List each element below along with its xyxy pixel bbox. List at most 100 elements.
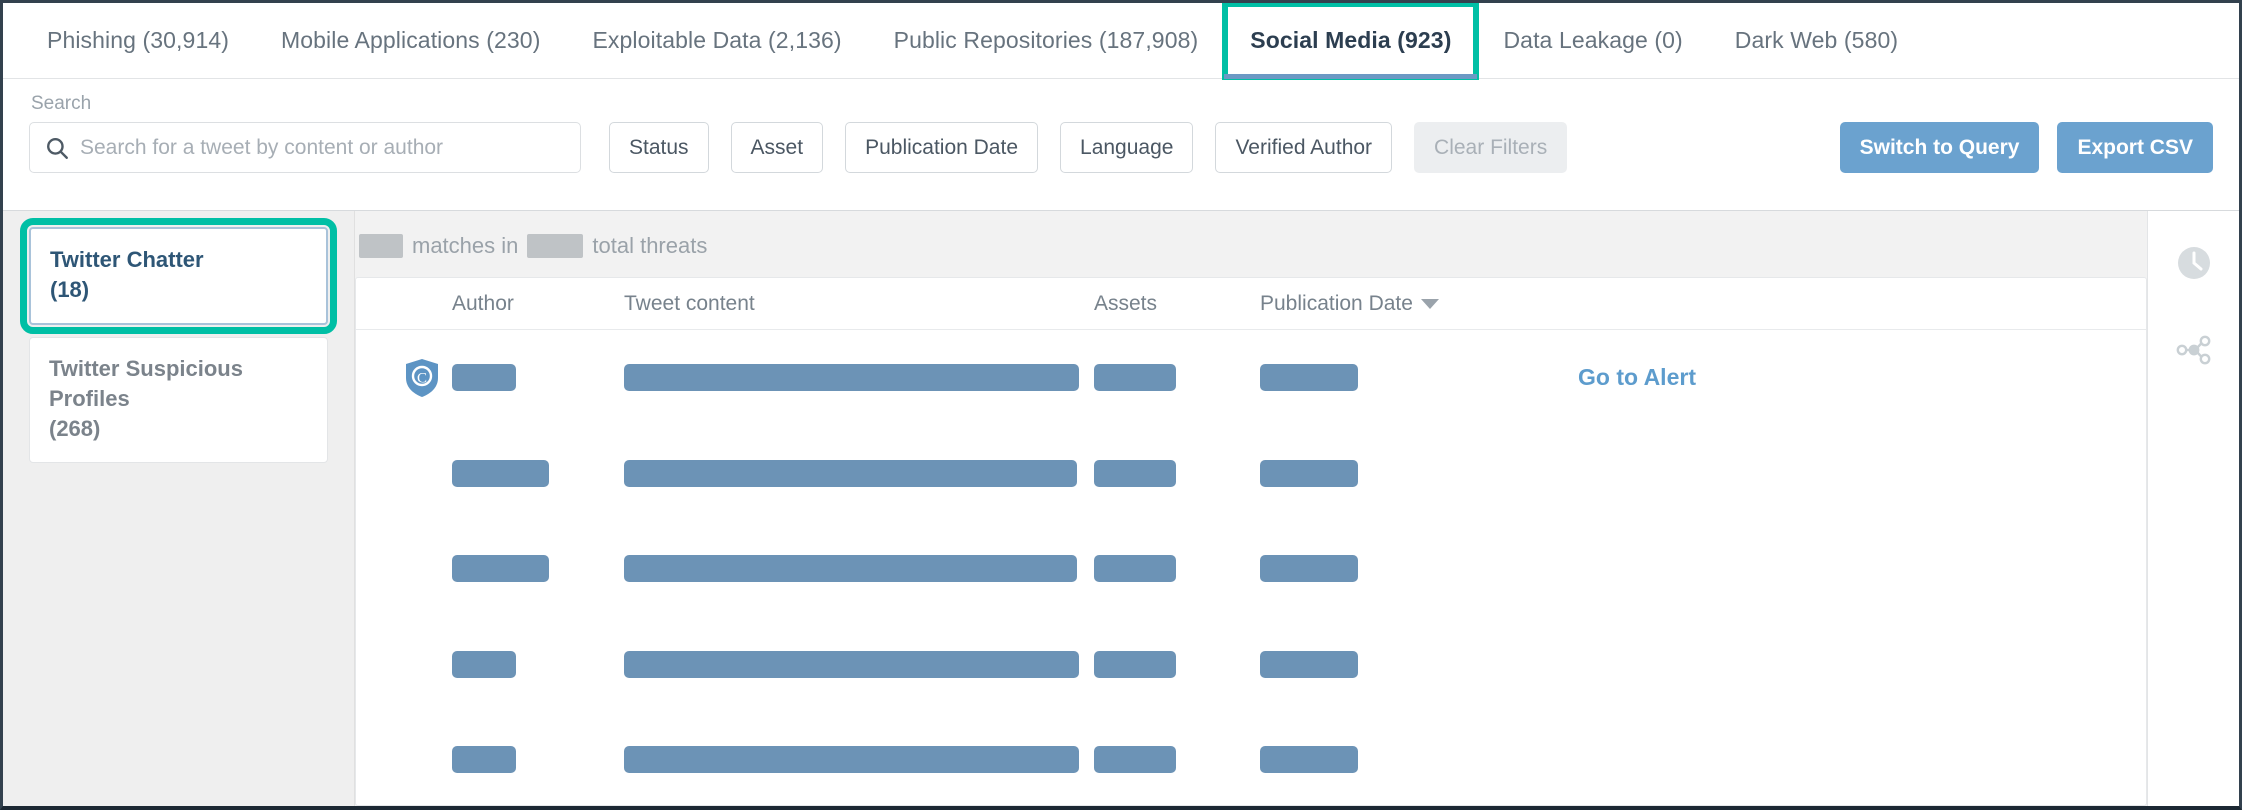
right-utility-rail <box>2147 211 2239 806</box>
table-row[interactable] <box>356 712 2146 806</box>
assets-skeleton-bar <box>1094 460 1176 487</box>
tab-phishing-30-914[interactable]: Phishing (30,914) <box>21 3 255 78</box>
search-label: Search <box>29 93 2213 115</box>
cell-tweet-placeholder <box>624 651 1094 678</box>
tab-data-leakage-0[interactable]: Data Leakage (0) <box>1477 3 1708 78</box>
date-skeleton-bar <box>1260 746 1358 773</box>
table-row[interactable] <box>356 617 2146 713</box>
tab-dark-web-580[interactable]: Dark Web (580) <box>1709 3 1924 78</box>
cell-author-placeholder <box>452 364 624 391</box>
filter-publication-date[interactable]: Publication Date <box>845 122 1038 173</box>
action-button-group: Switch to Query Export CSV <box>1822 122 2213 173</box>
tweet-skeleton-bar <box>624 651 1079 678</box>
sort-descending-icon <box>1421 299 1439 309</box>
column-header-tweet-content[interactable]: Tweet content <box>624 292 1094 316</box>
export-csv-button[interactable]: Export CSV <box>2057 122 2213 173</box>
results-summary: matches in total threats <box>355 211 2147 277</box>
table-body: C Go to Alert <box>356 330 2146 806</box>
go-to-alert-link[interactable]: Go to Alert <box>1578 364 1696 391</box>
assets-skeleton-bar <box>1094 651 1176 678</box>
assets-skeleton-bar <box>1094 555 1176 582</box>
total-count-placeholder <box>527 234 583 258</box>
cell-author-placeholder <box>452 651 624 678</box>
sidebar-item-count: (268) <box>49 414 308 444</box>
tweet-skeleton-bar <box>624 364 1079 391</box>
filter-chip-group: Status Asset Publication Date Language Verif… <box>581 122 1567 173</box>
cell-author-placeholder <box>452 746 624 773</box>
date-skeleton-bar <box>1260 364 1358 391</box>
author-skeleton-bar <box>452 460 549 487</box>
cell-assets-placeholder <box>1094 651 1260 678</box>
author-skeleton-bar <box>452 651 516 678</box>
total-threats-label: total threats <box>592 233 707 259</box>
tab-mobile-applications-230[interactable]: Mobile Applications (230) <box>255 3 566 78</box>
history-clock-icon[interactable] <box>2174 243 2214 283</box>
author-skeleton-bar <box>452 555 549 582</box>
column-header-author[interactable]: Author <box>452 292 624 316</box>
tab-public-repositories-187-908[interactable]: Public Repositories (187,908) <box>868 3 1225 78</box>
column-header-assets[interactable]: Assets <box>1094 292 1260 316</box>
filter-clear-filters: Clear Filters <box>1414 122 1567 173</box>
matches-count-placeholder <box>359 234 403 258</box>
date-skeleton-bar <box>1260 460 1358 487</box>
table-header-row: Author Tweet content Assets Publication … <box>356 278 2146 330</box>
sidebar-item-label: Twitter Chatter <box>50 247 204 272</box>
search-input[interactable] <box>80 136 566 160</box>
cell-tweet-placeholder <box>624 364 1094 391</box>
sidebar-item-label: Twitter Suspicious Profiles <box>49 356 243 411</box>
page-body: Twitter Chatter (18) Twitter Suspicious Pr… <box>3 211 2239 806</box>
filter-asset[interactable]: Asset <box>731 122 824 173</box>
search-filter-bar: Search Status Asset Publication Date Langua… <box>3 79 2239 211</box>
tab-exploitable-data-2-136[interactable]: Exploitable Data (2,136) <box>566 3 867 78</box>
cell-date-placeholder <box>1260 746 1510 773</box>
assets-skeleton-bar <box>1094 746 1176 773</box>
cell-date-placeholder <box>1260 651 1510 678</box>
cell-tweet-placeholder <box>624 460 1094 487</box>
assets-skeleton-bar <box>1094 364 1176 391</box>
cell-date-placeholder <box>1260 364 1510 391</box>
cell-assets-placeholder <box>1094 460 1260 487</box>
author-skeleton-bar <box>452 746 516 773</box>
author-skeleton-bar <box>452 364 516 391</box>
cell-assets-placeholder <box>1094 364 1260 391</box>
filter-status[interactable]: Status <box>609 122 709 173</box>
filter-language[interactable]: Language <box>1060 122 1193 173</box>
share-network-icon[interactable] <box>2174 329 2214 369</box>
tab-social-media-923[interactable]: Social Media (923) <box>1224 3 1477 78</box>
application-window: Phishing (30,914)Mobile Applications (23… <box>0 0 2242 810</box>
filter-verified-author[interactable]: Verified Author <box>1215 122 1392 173</box>
svg-text:C: C <box>417 370 427 386</box>
main-content: matches in total threats Author Tweet co… <box>355 211 2147 806</box>
tweet-skeleton-bar <box>624 555 1077 582</box>
sidebar-item-twitter-chatter[interactable]: Twitter Chatter (18) <box>29 227 328 325</box>
date-skeleton-bar <box>1260 651 1358 678</box>
matches-in-label: matches in <box>412 233 518 259</box>
search-icon <box>44 135 70 161</box>
date-skeleton-bar <box>1260 555 1358 582</box>
threat-category-tabs: Phishing (30,914)Mobile Applications (23… <box>3 3 2239 79</box>
search-box[interactable] <box>29 122 581 173</box>
table-row[interactable] <box>356 426 2146 522</box>
column-header-publication-date-label: Publication Date <box>1260 292 1413 316</box>
switch-to-query-button[interactable]: Switch to Query <box>1840 122 2040 173</box>
cell-author-placeholder <box>452 555 624 582</box>
results-table: Author Tweet content Assets Publication … <box>355 277 2147 806</box>
sidebar-item-count: (18) <box>50 275 307 305</box>
table-row[interactable] <box>356 521 2146 617</box>
sidebar-item-twitter-suspicious-profiles[interactable]: Twitter Suspicious Profiles(268) <box>29 337 328 463</box>
cell-tweet-placeholder <box>624 555 1094 582</box>
cell-date-placeholder <box>1260 460 1510 487</box>
cell-assets-placeholder <box>1094 746 1260 773</box>
column-header-publication-date[interactable]: Publication Date <box>1260 292 1510 316</box>
tweet-skeleton-bar <box>624 460 1077 487</box>
cell-date-placeholder <box>1260 555 1510 582</box>
table-row[interactable]: C Go to Alert <box>356 330 2146 426</box>
cell-go-to-alert[interactable]: Go to Alert <box>1510 364 1770 391</box>
controls-row: Status Asset Publication Date Language Verif… <box>29 122 2213 173</box>
tweet-skeleton-bar <box>624 746 1079 773</box>
cell-assets-placeholder <box>1094 555 1260 582</box>
source-sidebar: Twitter Chatter (18) Twitter Suspicious Pr… <box>3 211 355 806</box>
cell-tweet-placeholder <box>624 746 1094 773</box>
copyright-shield-icon[interactable]: C <box>356 358 452 398</box>
cell-author-placeholder <box>452 460 624 487</box>
